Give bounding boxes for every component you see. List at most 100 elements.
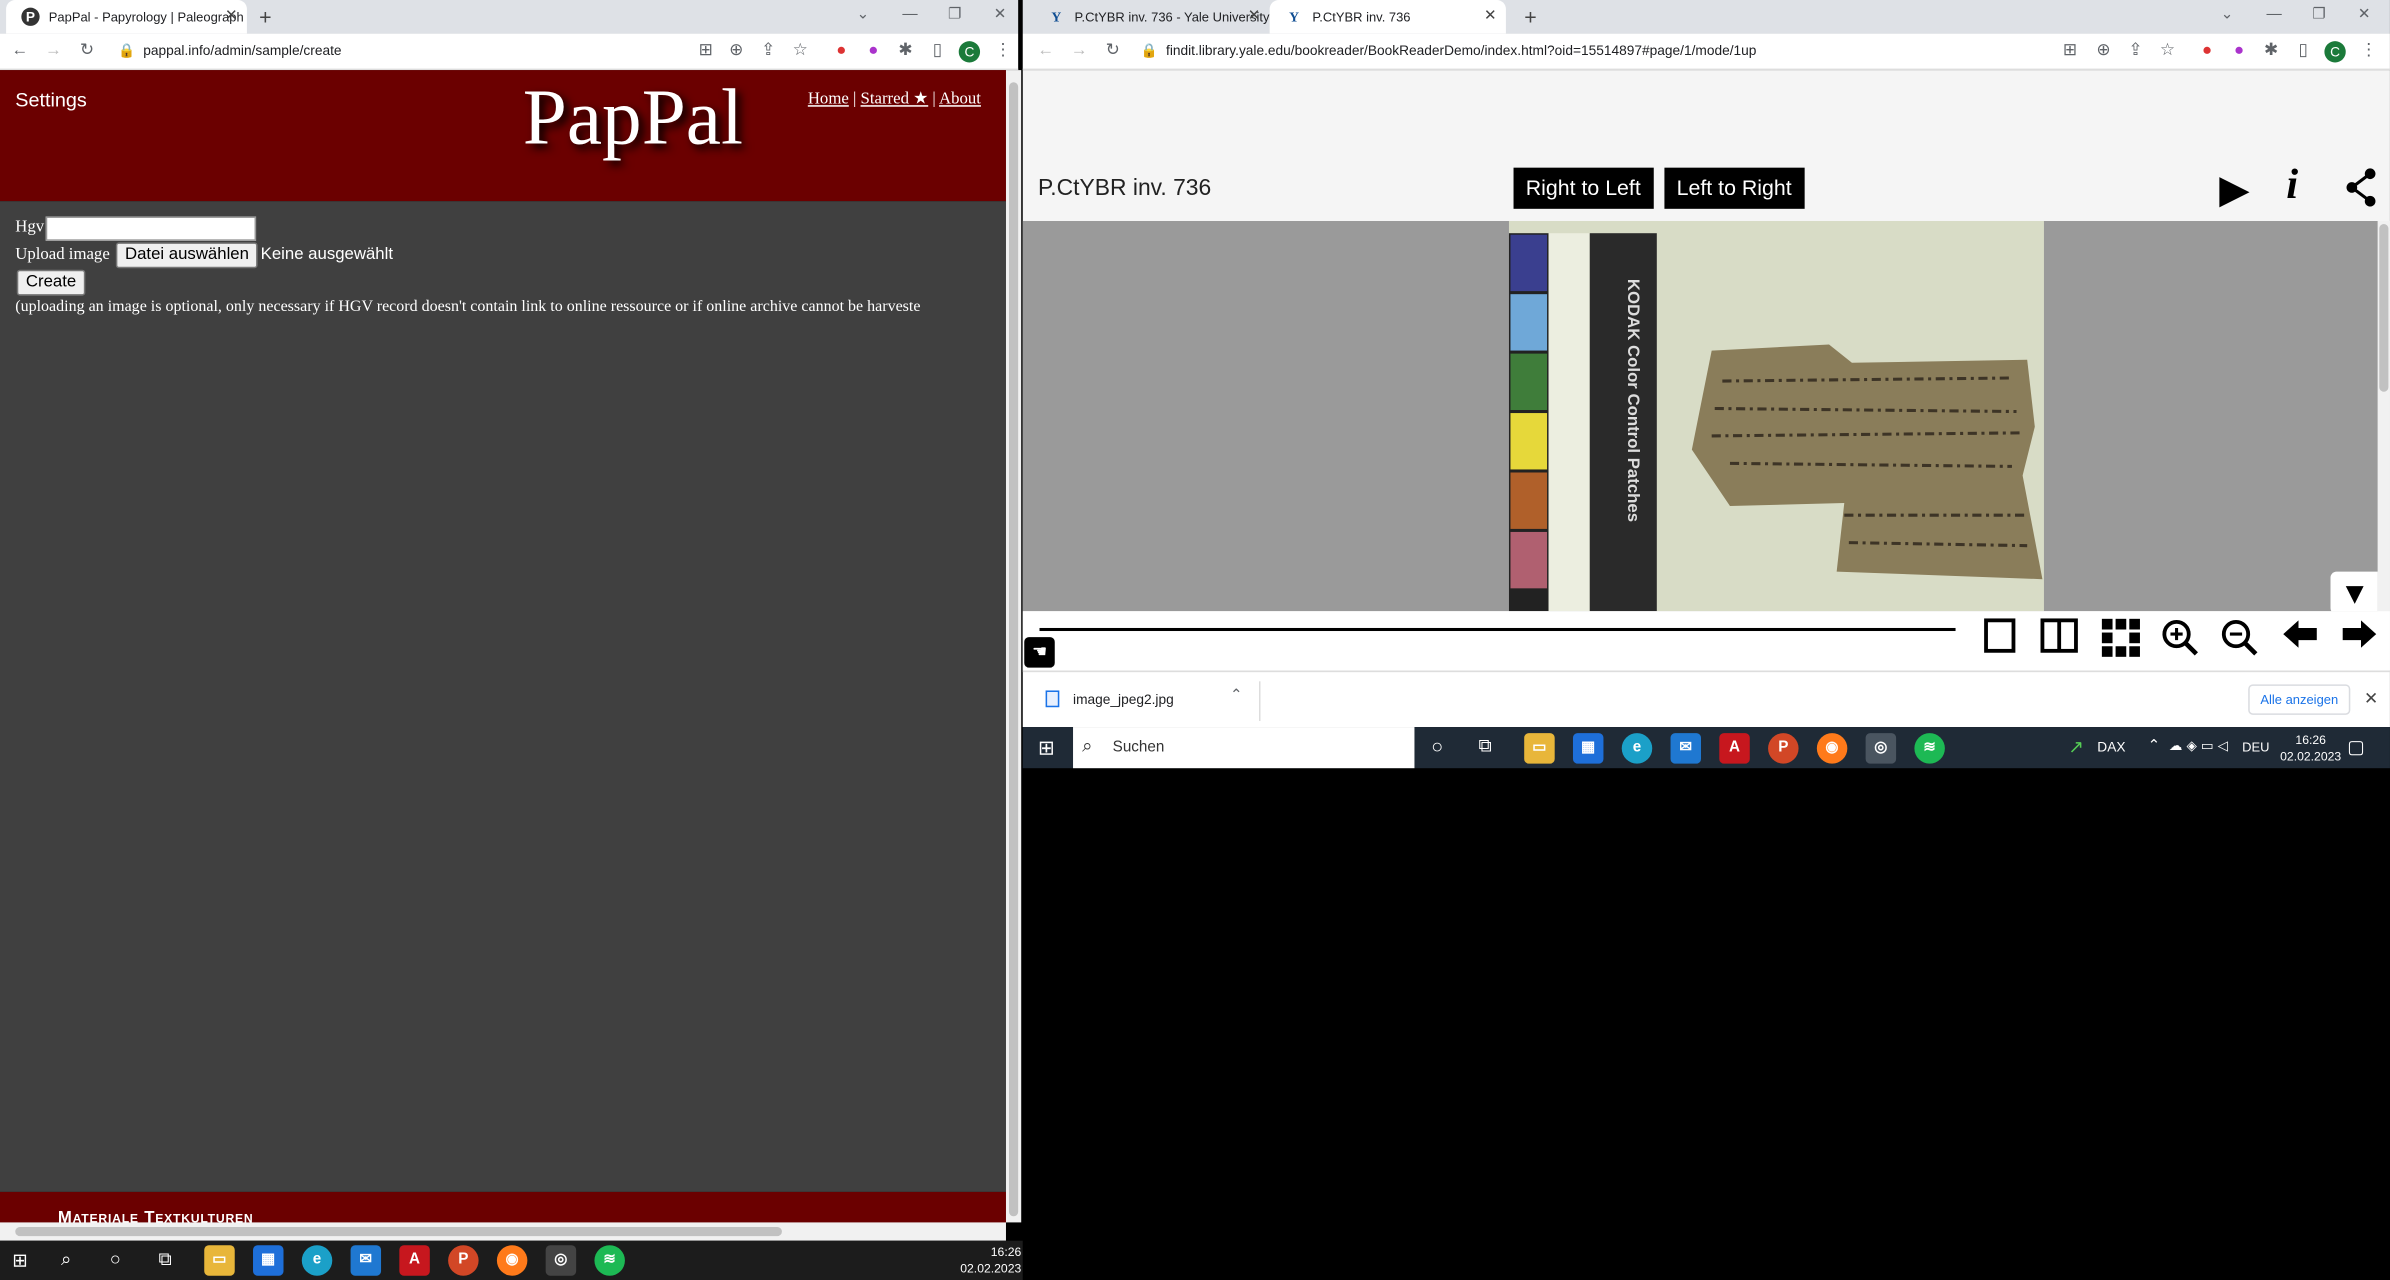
share-icon[interactable]: ⇪ <box>2125 40 2146 61</box>
extension-red-icon[interactable]: ● <box>831 40 852 61</box>
show-all-button[interactable]: Alle anzeigen <box>2248 684 2351 715</box>
menu-kebab-icon[interactable]: ⋮ <box>992 40 1013 61</box>
close-download-bar-icon[interactable]: ✕ <box>2364 689 2378 708</box>
store-icon[interactable]: ▦ <box>253 1245 284 1276</box>
page-slider-handle[interactable]: ☚ <box>1024 637 1055 668</box>
close-tab-icon[interactable]: ✕ <box>1248 0 1261 34</box>
extension-red-icon[interactable]: ● <box>2196 40 2217 61</box>
firefox-icon[interactable]: ◉ <box>1816 733 1848 764</box>
info-icon[interactable]: i <box>2286 162 2298 211</box>
vertical-scrollbar[interactable] <box>1005 70 1022 1223</box>
viewer-scrollbar[interactable] <box>2377 221 2390 612</box>
sidepanel-icon[interactable]: ▯ <box>2292 40 2313 61</box>
cortana-icon[interactable]: ○ <box>1431 735 1443 758</box>
pappal-logo[interactable]: PapPal <box>523 73 743 163</box>
translate-icon[interactable]: ⊞ <box>2059 40 2080 61</box>
two-page-view-icon[interactable] <box>2038 617 2081 663</box>
tab-pappal[interactable]: P PapPal - Papyrology | Paleograph ✕ <box>6 0 247 34</box>
cortana-icon[interactable]: ○ <box>110 1248 121 1269</box>
horizontal-scroll-thumb[interactable] <box>15 1226 782 1237</box>
close-window-icon[interactable]: ✕ <box>2358 6 2371 23</box>
one-page-view-icon[interactable] <box>1978 617 2021 663</box>
restore-icon[interactable]: ❐ <box>948 6 962 23</box>
toggle-nav-button[interactable]: ▼ <box>2330 571 2378 612</box>
address-bar[interactable]: pappal.info/admin/sample/create <box>143 43 341 58</box>
powerpoint-icon[interactable]: P <box>448 1245 479 1276</box>
page-slider-track[interactable] <box>1039 627 1956 632</box>
spotify-icon[interactable]: ≋ <box>594 1245 625 1276</box>
reload-icon[interactable]: ↻ <box>1102 40 1123 61</box>
download-filename[interactable]: image_jpeg2.jpg <box>1073 692 1174 707</box>
taskbar-search-box[interactable]: ⌕ Suchen <box>1073 727 1415 769</box>
left-to-right-button[interactable]: Left to Right <box>1664 167 1804 209</box>
search-icon[interactable]: ⌕ <box>61 1248 71 1271</box>
extensions-puzzle-icon[interactable]: ✱ <box>2260 40 2281 61</box>
close-window-icon[interactable]: ✕ <box>994 6 1007 23</box>
store-icon[interactable]: ▦ <box>1572 733 1604 764</box>
forward-icon[interactable]: → <box>43 40 64 61</box>
powerpoint-icon[interactable]: P <box>1768 733 1799 764</box>
play-icon[interactable]: ▶ <box>2219 166 2249 213</box>
input-language[interactable]: DEU <box>2242 739 2269 754</box>
chrome-icon[interactable]: ◎ <box>1865 733 1897 764</box>
arrow-right-icon[interactable] <box>2338 617 2381 663</box>
stock-ticker[interactable]: DAX <box>2097 739 2125 754</box>
sidepanel-icon[interactable]: ▯ <box>927 40 948 61</box>
arrow-left-icon[interactable] <box>2279 617 2322 663</box>
windows-start-icon[interactable]: ⊞ <box>1038 736 1055 760</box>
zoom-icon[interactable]: ⊕ <box>2093 40 2114 61</box>
hgv-input[interactable] <box>45 216 257 241</box>
profile-avatar[interactable]: C <box>958 41 981 63</box>
file-choose-button[interactable]: Datei auswählen <box>115 242 259 269</box>
page-viewer[interactable]: KODAK Color Control Patches ▼ <box>1022 221 2378 612</box>
share-icon[interactable] <box>2344 168 2378 215</box>
bookmark-star-icon[interactable]: ☆ <box>790 40 811 61</box>
chevron-up-icon[interactable]: ⌃ <box>1230 687 1243 704</box>
address-bar[interactable]: findit.library.yale.edu/bookreader/BookR… <box>1166 43 1756 58</box>
nav-home[interactable]: Home <box>808 90 849 108</box>
back-icon[interactable]: ← <box>9 40 30 61</box>
stock-chart-icon[interactable]: ↗ <box>2068 736 2083 757</box>
tab-pctybr[interactable]: Y P.CtYBR inv. 736 ✕ <box>1269 0 1506 34</box>
right-to-left-button[interactable]: Right to Left <box>1513 167 1653 209</box>
share-icon[interactable]: ⇪ <box>758 40 779 61</box>
mail-icon[interactable]: ✉ <box>350 1245 382 1276</box>
menu-kebab-icon[interactable]: ⋮ <box>2358 40 2379 61</box>
windows-start-icon[interactable]: ⊞ <box>12 1250 33 1271</box>
chrome-icon[interactable]: ◎ <box>545 1245 577 1276</box>
thumbnail-view-icon[interactable] <box>2099 617 2142 663</box>
reload-icon[interactable]: ↻ <box>76 40 97 61</box>
profile-avatar[interactable]: C <box>2324 41 2346 63</box>
edge-icon[interactable]: e <box>1621 733 1653 764</box>
edge-icon[interactable]: e <box>301 1245 333 1276</box>
extension-purple-icon[interactable]: ● <box>863 40 884 61</box>
nav-starred[interactable]: Starred ★ <box>861 90 929 108</box>
translate-icon[interactable]: ⊞ <box>695 40 716 61</box>
zoom-icon[interactable]: ⊕ <box>726 40 747 61</box>
extension-purple-icon[interactable]: ● <box>2228 40 2249 61</box>
file-explorer-icon[interactable]: ▭ <box>204 1245 235 1276</box>
forward-icon[interactable]: → <box>1068 40 1089 61</box>
viewer-scroll-thumb[interactable] <box>2379 224 2389 392</box>
firefox-icon[interactable]: ◉ <box>496 1245 528 1276</box>
new-tab-icon[interactable]: + <box>1524 5 1536 29</box>
extensions-puzzle-icon[interactable]: ✱ <box>895 40 916 61</box>
task-view-icon[interactable]: ⧉ <box>159 1248 172 1271</box>
tray-chevron-icon[interactable]: ⌃ <box>2148 738 2161 755</box>
settings-link[interactable]: Settings <box>15 88 87 111</box>
inner-clock[interactable]: 16:26 02.02.2023 <box>2273 732 2349 766</box>
create-button[interactable]: Create <box>16 269 86 296</box>
file-explorer-icon[interactable]: ▭ <box>1524 733 1555 764</box>
tab-search-icon[interactable]: ⌄ <box>857 6 870 23</box>
minimize-icon[interactable]: — <box>902 6 917 23</box>
zoom-in-icon[interactable] <box>2158 617 2201 663</box>
task-view-icon[interactable]: ⧉ <box>1478 735 1491 758</box>
close-tab-icon[interactable]: ✕ <box>1484 0 1497 34</box>
tab-yale-university[interactable]: Y P.CtYBR inv. 736 - Yale University ✕ <box>1032 0 1270 34</box>
tray-icons[interactable]: ☁ ◈ ▭ ◁ <box>2169 738 2228 755</box>
restore-icon[interactable]: ❐ <box>2312 6 2326 23</box>
spotify-icon[interactable]: ≋ <box>1914 733 1945 764</box>
zoom-out-icon[interactable] <box>2218 617 2261 663</box>
acrobat-icon[interactable]: A <box>399 1245 430 1276</box>
vertical-scroll-thumb[interactable] <box>1009 82 1019 1217</box>
